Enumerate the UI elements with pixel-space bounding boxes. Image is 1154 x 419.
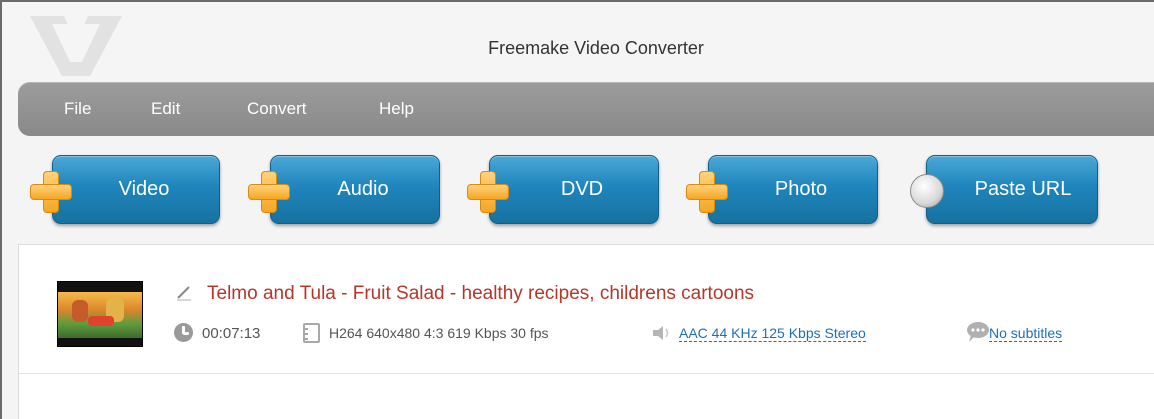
add-video-button[interactable]: Video bbox=[52, 155, 220, 224]
add-video-label: Video bbox=[118, 178, 170, 200]
app-window: Freemake Video Converter File Edit Conve… bbox=[0, 0, 1154, 419]
speaker-icon bbox=[653, 326, 669, 340]
title-bar: Freemake Video Converter bbox=[2, 2, 1154, 80]
add-dvd-label: DVD bbox=[560, 178, 604, 200]
paste-url-button[interactable]: Paste URL bbox=[926, 155, 1098, 224]
add-photo-label: Photo bbox=[774, 178, 828, 200]
menu-help[interactable]: Help bbox=[379, 99, 414, 119]
video-thumbnail[interactable] bbox=[57, 281, 143, 347]
app-title: Freemake Video Converter bbox=[488, 38, 704, 58]
add-audio-label: Audio bbox=[337, 178, 389, 200]
plus-icon[interactable] bbox=[30, 171, 72, 213]
toolbar: Video Audio DVD Photo Paste URL bbox=[2, 142, 1154, 242]
subtitles-bubble-icon bbox=[967, 322, 989, 342]
clock-icon bbox=[174, 323, 193, 342]
paste-url-label: Paste URL bbox=[974, 178, 1072, 200]
menu-edit[interactable]: Edit bbox=[151, 99, 180, 119]
edit-pencil-icon[interactable] bbox=[175, 283, 193, 301]
menu-convert[interactable]: Convert bbox=[247, 99, 307, 119]
add-audio-button[interactable]: Audio bbox=[270, 155, 440, 224]
plus-icon[interactable] bbox=[467, 171, 509, 213]
add-photo-button[interactable]: Photo bbox=[708, 155, 878, 224]
menu-bar: File Edit Convert Help bbox=[18, 82, 1154, 136]
file-list: Telmo and Tula - Fruit Salad - healthy r… bbox=[18, 244, 1154, 419]
row-divider bbox=[19, 373, 1154, 374]
add-dvd-button[interactable]: DVD bbox=[489, 155, 659, 224]
globe-icon[interactable] bbox=[910, 174, 944, 208]
duration-text: 00:07:13 bbox=[202, 325, 261, 342]
menu-file[interactable]: File bbox=[64, 99, 91, 119]
file-title[interactable]: Telmo and Tula - Fruit Salad - healthy r… bbox=[207, 283, 754, 305]
audio-settings-link[interactable]: AAC 44 KHz 125 Kbps Stereo bbox=[679, 325, 866, 342]
plus-icon[interactable] bbox=[248, 171, 290, 213]
film-icon bbox=[303, 323, 320, 343]
plus-icon[interactable] bbox=[686, 171, 728, 213]
subtitles-link[interactable]: No subtitles bbox=[989, 325, 1063, 342]
video-info-text: H264 640x480 4:3 619 Kbps 30 fps bbox=[329, 325, 549, 341]
